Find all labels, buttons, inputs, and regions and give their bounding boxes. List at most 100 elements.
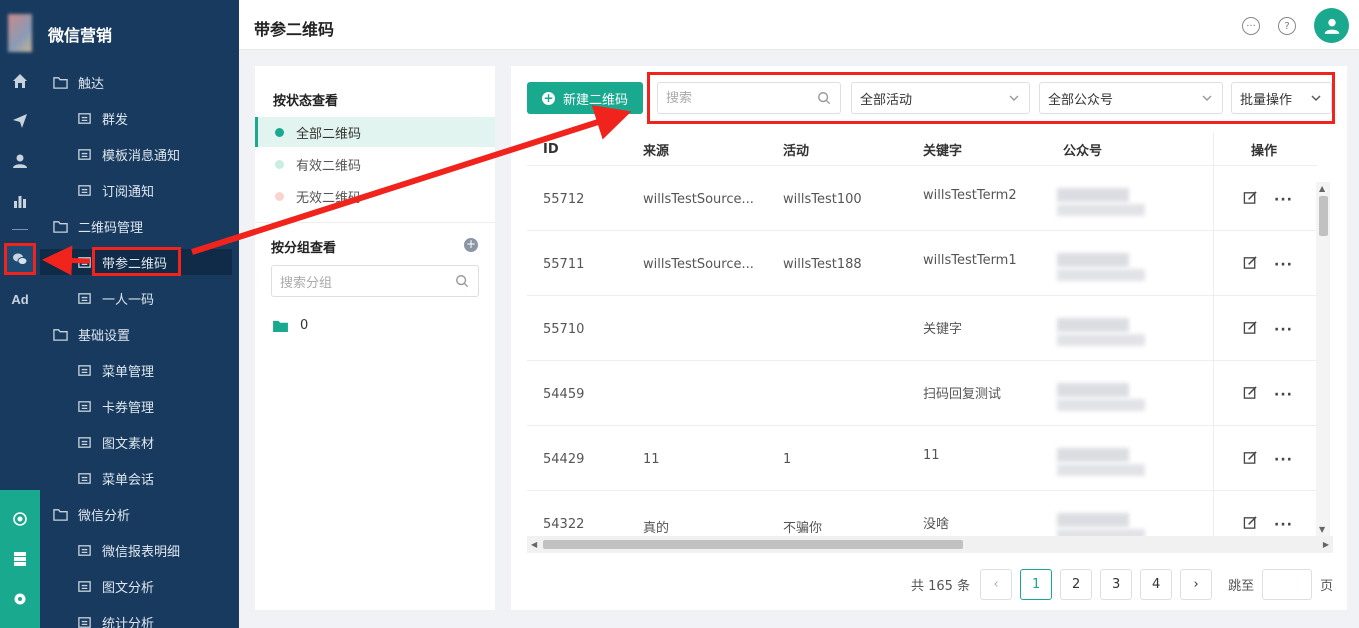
cell-activity: 不骗你 [783,521,823,536]
sidebar-item[interactable]: 菜单管理 [40,357,232,383]
ad-icon[interactable]: Ad [0,286,40,312]
goto-page-input[interactable] [1262,568,1313,600]
menu-item-icon [76,182,92,198]
new-qrcode-button[interactable]: + 新建二维码 [527,82,643,114]
menu-item-icon [76,434,92,450]
home-icon[interactable] [0,68,40,94]
table-horizontal-scrollbar[interactable]: ◀ ▶ [527,536,1333,553]
add-group-icon[interactable]: + [464,238,478,252]
table-row[interactable]: 55710 关键字 ··· [527,296,1317,361]
table-vertical-scrollbar[interactable]: ▲ ▼ [1316,182,1330,536]
sidebar-item-label: 图文素材 [102,436,155,452]
redacted-account [1057,188,1129,202]
table-row[interactable]: 54459 扫码回复测试 ··· [527,361,1317,426]
group-item[interactable]: 0 [273,318,308,333]
sidebar-item-label: 菜单管理 [102,364,155,380]
scroll-right-icon[interactable]: ▶ [1323,540,1329,549]
vertical-scroll-thumb[interactable] [1319,196,1328,236]
active-item-highlight [92,247,181,276]
page-button-3[interactable]: 3 [1100,568,1133,600]
menu-item-icon [76,398,92,414]
redacted-account [1057,204,1145,216]
menu-item-icon [76,578,92,594]
sidebar-item-label: 基础设置 [78,328,131,344]
actions-column-fixed [1213,132,1317,552]
group-search-input[interactable]: 搜索分组 [271,265,479,297]
top-header: 带参二维码 ··· ? [239,0,1359,50]
table-row[interactable]: 55712 willsTestSource... willsTest100 wills… [527,166,1317,231]
col-header-id[interactable]: ID [543,132,559,166]
chart-icon[interactable] [0,188,40,214]
sidebar-item[interactable]: 一人一码 [40,285,232,311]
next-page-button[interactable]: › [1180,568,1213,600]
status-label: 无效二维码 [296,190,362,206]
scroll-down-icon[interactable]: ▼ [1319,525,1325,534]
help-icon[interactable]: ? [1278,17,1296,35]
cell-id: 55712 [543,192,585,207]
chat-icon[interactable]: ··· [1242,17,1260,35]
table-row[interactable]: 54429 11 1 11 ··· [527,426,1317,491]
redacted-account [1057,253,1129,267]
col-header-keyword[interactable]: 关键字 [923,132,962,166]
scroll-left-icon[interactable]: ◀ [531,540,537,549]
sidebar-item-label: 卡券管理 [102,400,155,416]
horizontal-scroll-thumb[interactable] [543,540,963,549]
sidebar-item[interactable]: 触达 [40,69,232,95]
main-panel: + 新建二维码 全部活动 全部公众号 批量操作 ID 来源 活动 关键字 公众号… [511,66,1347,610]
cell-source: 11 [643,452,660,467]
gear-icon[interactable] [0,586,40,612]
plus-icon: + [541,90,555,105]
group-label: 0 [300,318,309,333]
avatar[interactable] [1314,8,1349,43]
search-icon [456,275,469,288]
page-button-2[interactable]: 2 [1060,568,1093,600]
menu-item-icon [76,542,92,558]
group-filter-title: 按分组查看 [271,241,337,256]
folder-icon [52,326,68,342]
redacted-account [1057,399,1145,411]
redacted-account [1057,318,1129,332]
user-icon[interactable] [0,148,40,174]
sidebar-item[interactable]: 微信报表明细 [40,537,232,563]
page-button-1[interactable]: 1 [1020,568,1053,600]
status-item-all[interactable]: 全部二维码 [255,117,495,147]
sidebar-item[interactable]: 菜单会话 [40,465,232,491]
sidebar-item[interactable]: 微信分析 [40,501,232,527]
toolbar-highlight [647,72,1335,124]
sidebar-item[interactable]: 订阅通知 [40,177,232,203]
scroll-up-icon[interactable]: ▲ [1319,184,1325,193]
send-icon[interactable] [0,108,40,134]
cell-source: willsTestSource... [643,257,754,272]
sidebar-item[interactable]: 图文素材 [40,429,232,455]
sidebar-item[interactable]: 群发 [40,105,232,131]
status-item-invalid[interactable]: 无效二维码 [255,181,495,211]
col-header-activity[interactable]: 活动 [783,132,809,166]
prev-page-button[interactable]: ‹ [980,568,1013,600]
sidebar-item[interactable]: 卡券管理 [40,393,232,419]
sidebar-item[interactable]: 基础设置 [40,321,232,347]
group-search-placeholder: 搜索分组 [280,275,333,291]
sidebar-item[interactable]: 二维码管理 [40,213,232,239]
cell-activity: willsTest100 [783,192,862,207]
status-label: 全部二维码 [296,126,362,142]
wechat-icon[interactable] [4,243,36,275]
filter-panel: 按状态查看 全部二维码 有效二维码 无效二维码 按分组查看 + 搜索分组 0 [255,66,495,610]
cell-id: 55710 [543,322,585,337]
sidebar-item[interactable]: 模板消息通知 [40,141,232,167]
col-header-source[interactable]: 来源 [643,132,669,166]
sidebar-menu: 微信营销 触达 群发 模板消息通知 订阅通知 二维码管理 带参二维码 一人一码 基础设置 菜单管… [40,0,277,628]
rail-bottom-group [0,490,40,628]
sidebar-item[interactable]: 统计分析 [40,609,232,628]
new-qrcode-label: 新建二维码 [562,92,628,108]
page-button-4[interactable]: 4 [1140,568,1173,600]
hub-icon[interactable] [0,506,40,532]
sidebar-item[interactable]: 图文分析 [40,573,232,599]
server-icon[interactable] [0,546,40,572]
table-row[interactable]: 55711 willsTestSource... willsTest188 wills… [527,231,1317,296]
status-item-valid[interactable]: 有效二维码 [255,149,495,179]
pagination: 共 165 条 ‹ 1 2 3 4 › 跳至 页 [911,568,1333,600]
col-header-account[interactable]: 公众号 [1063,132,1102,166]
sidebar-item-label: 统计分析 [102,616,155,628]
sidebar-item-label: 触达 [78,76,105,92]
cell-activity: 1 [783,452,792,467]
